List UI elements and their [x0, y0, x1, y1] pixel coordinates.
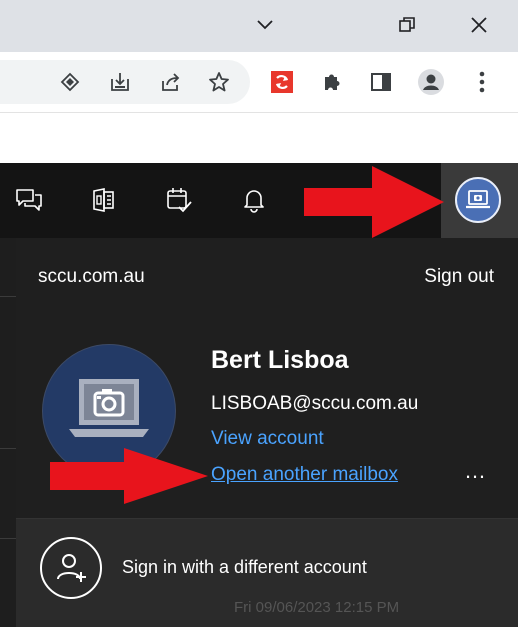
browser-toolbar — [0, 52, 518, 112]
page-top-area — [0, 113, 518, 163]
sign-in-different-account-button[interactable]: Sign in with a different account Fri 09/… — [16, 519, 518, 627]
open-another-mailbox-link[interactable]: Open another mailbox — [211, 464, 398, 486]
red-extension-icon[interactable] — [268, 68, 296, 96]
restore-icon[interactable] — [390, 8, 424, 42]
share-icon[interactable] — [156, 68, 184, 96]
chevron-down-icon[interactable] — [248, 8, 282, 42]
annotation-arrow-icon — [304, 166, 444, 238]
account-panel: sccu.com.au Sign out Bert Lisboa LISBOAB… — [16, 238, 518, 627]
add-person-icon — [40, 537, 102, 599]
close-icon[interactable] — [462, 8, 496, 42]
background-timestamp: Fri 09/06/2023 12:15 PM — [234, 599, 400, 616]
profile-icon[interactable] — [417, 68, 445, 96]
sign-in-different-account-label: Sign in with a different account — [122, 557, 367, 577]
more-options-button[interactable]: … — [464, 458, 488, 484]
side-panel-icon[interactable] — [367, 68, 395, 96]
background-content — [0, 238, 16, 627]
view-account-link[interactable]: View account — [211, 428, 324, 450]
account-email: LISBOAB@sccu.com.au — [211, 393, 419, 414]
office-apps-icon[interactable] — [88, 185, 118, 215]
install-icon[interactable] — [106, 68, 134, 96]
bookmark-star-icon[interactable] — [205, 68, 233, 96]
sign-out-link[interactable]: Sign out — [424, 266, 494, 288]
bell-icon[interactable] — [239, 185, 269, 215]
puzzle-extensions-icon[interactable] — [318, 68, 346, 96]
laptop-camera-icon — [69, 379, 149, 437]
browser-title-bar — [0, 0, 518, 52]
account-name: Bert Lisboa — [211, 346, 349, 374]
diamond-icon[interactable] — [56, 68, 84, 96]
annotation-arrow-icon — [50, 448, 208, 504]
account-manager-button[interactable] — [441, 163, 518, 238]
kebab-menu-icon[interactable] — [468, 68, 496, 96]
chat-feedback-icon[interactable] — [14, 185, 44, 215]
calendar-check-icon[interactable] — [164, 185, 194, 215]
account-domain: sccu.com.au — [38, 266, 145, 287]
laptop-camera-icon — [455, 177, 501, 223]
